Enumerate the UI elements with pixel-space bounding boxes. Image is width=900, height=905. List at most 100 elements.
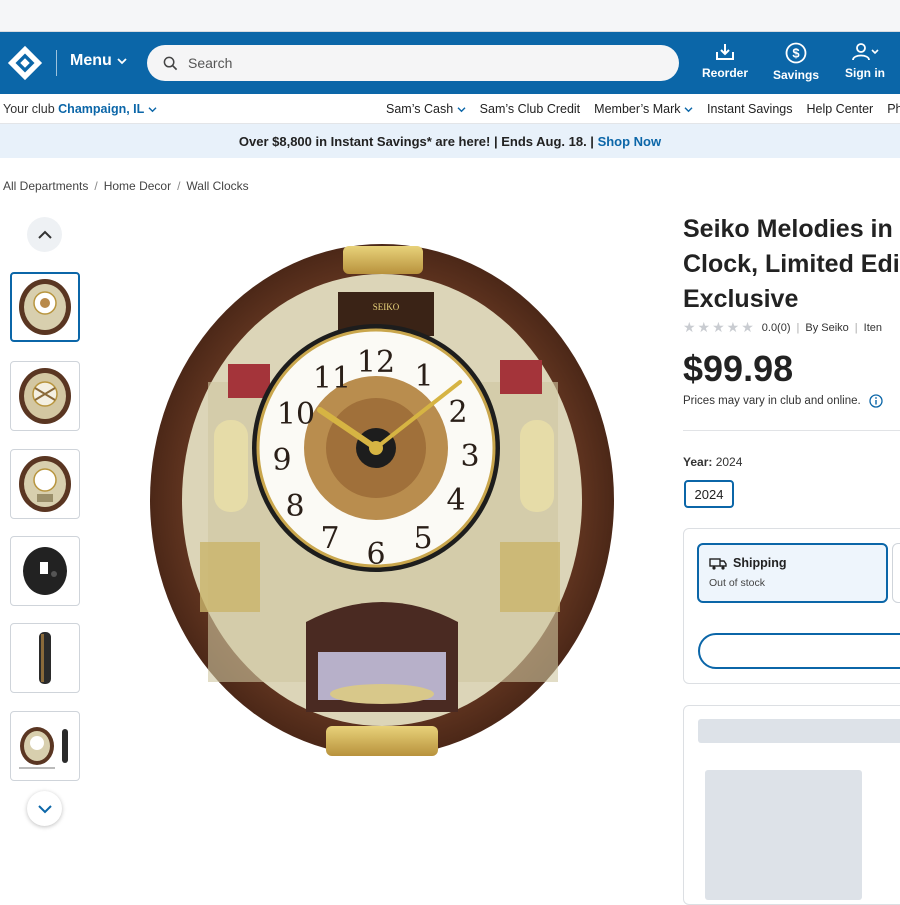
info-icon[interactable] bbox=[869, 394, 883, 408]
rating-row: ★★★★★ 0.0(0) | By Seiko | Iten bbox=[683, 319, 882, 336]
club-prefix: Your club bbox=[3, 102, 55, 116]
chevron-up-icon bbox=[37, 230, 52, 239]
breadcrumb-separator: / bbox=[94, 179, 98, 193]
reorder-button[interactable]: Reorder bbox=[690, 42, 760, 80]
search-placeholder: Search bbox=[188, 55, 233, 71]
year-label-key: Year: bbox=[683, 455, 713, 469]
instant-savings-link[interactable]: Instant Savings bbox=[707, 102, 792, 116]
svg-text:10: 10 bbox=[277, 397, 315, 432]
loading-placeholder-box bbox=[705, 770, 862, 900]
price-note-text: Prices may vary in club and online. bbox=[683, 395, 861, 407]
gallery-up-button[interactable] bbox=[27, 217, 62, 252]
thumbnail-front-alt[interactable] bbox=[10, 449, 80, 519]
clock-thumbnail-icon bbox=[19, 368, 71, 424]
svg-text:8: 8 bbox=[285, 489, 304, 524]
clock-dimensions-icon bbox=[19, 727, 68, 769]
svg-text:7: 7 bbox=[320, 521, 339, 556]
shipping-label: Shipping bbox=[733, 556, 787, 570]
person-icon bbox=[852, 43, 879, 61]
credit-link[interactable]: Sam’s Club Credit bbox=[480, 102, 581, 116]
thumbnail-front[interactable] bbox=[10, 272, 80, 342]
breadcrumb-item[interactable]: Wall Clocks bbox=[186, 179, 248, 193]
svg-text:6: 6 bbox=[366, 537, 385, 572]
price-note: Prices may vary in club and online. bbox=[683, 394, 883, 408]
clock-back-icon bbox=[23, 547, 67, 595]
shipping-status: Out of stock bbox=[709, 577, 766, 589]
shipping-option[interactable]: Shipping Out of stock bbox=[697, 543, 888, 603]
sub-links: Sam’s Cash Sam’s Club Credit Member’s Ma… bbox=[386, 102, 900, 116]
clock-thumbnail-icon bbox=[19, 279, 71, 335]
chevron-down-icon bbox=[117, 58, 127, 65]
shipping-title: Shipping bbox=[709, 556, 786, 570]
sign-in-button[interactable]: Sign in bbox=[830, 42, 900, 80]
title-line: Seiko Melodies in M bbox=[683, 215, 900, 243]
divider bbox=[683, 430, 900, 431]
promo-banner: Over $8,800 in Instant Savings* are here… bbox=[0, 124, 900, 158]
svg-text:$: $ bbox=[792, 46, 800, 61]
reorder-label: Reorder bbox=[701, 66, 748, 80]
help-center-link[interactable]: Help Center bbox=[806, 102, 873, 116]
star-rating-icon[interactable]: ★★★★★ bbox=[683, 319, 756, 336]
savings-button[interactable]: $ Savings bbox=[761, 42, 831, 82]
thumbnail-dimensions[interactable] bbox=[10, 711, 80, 781]
thumbnail-open-front[interactable] bbox=[10, 361, 80, 431]
svg-text:1: 1 bbox=[414, 359, 433, 394]
year-label: Year: 2024 bbox=[683, 455, 742, 469]
loading-placeholder-bar bbox=[698, 719, 900, 743]
svg-text:4: 4 bbox=[446, 483, 465, 518]
shop-now-link[interactable]: Shop Now bbox=[598, 134, 662, 149]
gallery-down-button[interactable] bbox=[27, 791, 62, 826]
breadcrumb: All Departments / Home Decor / Wall Clocks bbox=[3, 179, 249, 193]
menu-label: Menu bbox=[70, 52, 112, 69]
sams-cash-link[interactable]: Sam’s Cash bbox=[386, 102, 466, 116]
title-line: Clock, Limited Editi bbox=[683, 250, 900, 278]
members-mark-link[interactable]: Member’s Mark bbox=[594, 102, 693, 116]
rating-value[interactable]: 0.0(0) bbox=[762, 322, 791, 334]
header-divider bbox=[56, 50, 57, 76]
item-number: Iten bbox=[863, 321, 883, 334]
pharmacy-link[interactable]: Pharmac bbox=[887, 102, 900, 116]
clock-side-icon bbox=[39, 632, 51, 684]
club-selector[interactable]: Your club Champaign, IL bbox=[3, 102, 157, 116]
svg-text:SEIKO: SEIKO bbox=[373, 302, 400, 312]
search-input[interactable]: Search bbox=[147, 45, 679, 81]
svg-text:11: 11 bbox=[313, 361, 351, 396]
thumbnail-back[interactable] bbox=[10, 536, 80, 606]
rating-separator: | bbox=[854, 321, 858, 334]
year-option-2024[interactable]: 2024 bbox=[684, 480, 734, 508]
menu-button[interactable]: Menu bbox=[70, 52, 127, 70]
clock-thumbnail-icon bbox=[19, 456, 71, 512]
product-image-clock[interactable]: SEIKO 12 1 2 3 4 5 6 7 8 9 10 11 bbox=[148, 242, 616, 762]
members-mark-label: Member’s Mark bbox=[594, 102, 681, 116]
sams-club-logo[interactable] bbox=[6, 44, 44, 82]
sams-cash-label: Sam’s Cash bbox=[386, 102, 454, 116]
svg-text:3: 3 bbox=[460, 439, 479, 474]
year-label-value: 2024 bbox=[715, 455, 743, 469]
club-name: Champaign, IL bbox=[58, 102, 145, 116]
promo-text: Over $8,800 in Instant Savings* are here… bbox=[238, 134, 594, 149]
breadcrumb-separator: / bbox=[177, 179, 181, 193]
product-price: $99.98 bbox=[683, 348, 794, 389]
add-to-cart-button[interactable] bbox=[698, 633, 900, 669]
savings-label: Savings bbox=[772, 68, 820, 82]
chevron-down-icon bbox=[684, 107, 693, 113]
truck-icon bbox=[709, 557, 727, 570]
brand-link[interactable]: By Seiko bbox=[805, 322, 848, 334]
thumbnail-side[interactable] bbox=[10, 623, 80, 693]
svg-text:5: 5 bbox=[413, 521, 432, 556]
rating-separator: | bbox=[796, 321, 800, 334]
breadcrumb-item[interactable]: Home Decor bbox=[104, 179, 171, 193]
breadcrumb-item[interactable]: All Departments bbox=[3, 179, 88, 193]
search-icon bbox=[163, 56, 178, 70]
site-header: Menu Search Reorder $ Savings Sign in bbox=[0, 32, 900, 94]
svg-text:9: 9 bbox=[272, 443, 291, 478]
sign-in-label: Sign in bbox=[845, 66, 885, 80]
product-title: Seiko Melodies in M Clock, Limited Editi… bbox=[683, 212, 900, 317]
sub-navigation: Your club Champaign, IL Sam’s Cash Sam’s… bbox=[0, 94, 900, 124]
chevron-down-icon bbox=[37, 804, 52, 813]
svg-text:2: 2 bbox=[448, 395, 467, 430]
pickup-option[interactable] bbox=[892, 543, 900, 603]
svg-text:12: 12 bbox=[357, 345, 395, 380]
dollar-icon: $ bbox=[785, 42, 807, 64]
title-line: Exclusive bbox=[683, 285, 799, 313]
